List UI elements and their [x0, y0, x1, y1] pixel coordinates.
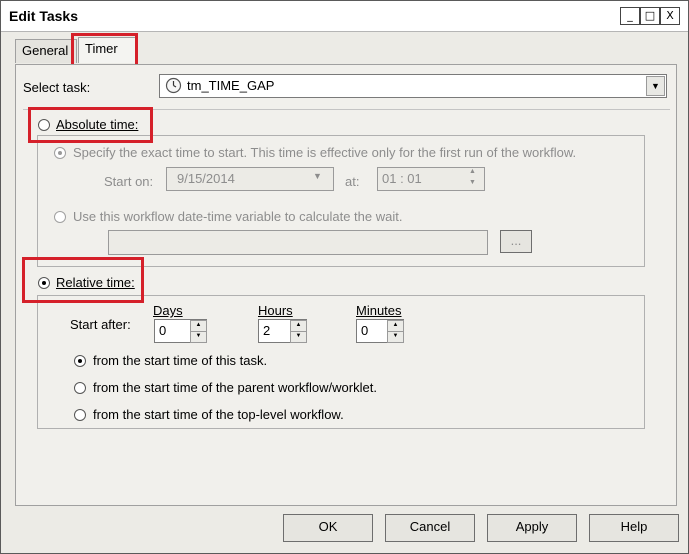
at-label: at:	[345, 174, 360, 189]
maximize-button[interactable]: □	[640, 7, 660, 25]
hours-value: 2	[263, 323, 271, 338]
spin-down-icon[interactable]: ▼	[290, 331, 307, 343]
hours-stepper[interactable]: 2 ▲ ▼	[258, 319, 307, 343]
browse-button[interactable]: ...	[500, 230, 532, 253]
edit-tasks-dialog: Edit Tasks _ □ X General Timer Select ta…	[0, 0, 689, 554]
title-bar: Edit Tasks _ □ X	[1, 1, 688, 32]
start-this-task-label: from the start time of this task.	[93, 353, 268, 368]
help-button[interactable]: Help	[589, 514, 679, 542]
ok-button[interactable]: OK	[283, 514, 373, 542]
absolute-time-highlight	[28, 107, 153, 143]
start-on-label: Start on:	[104, 174, 154, 189]
timer-tab-highlight	[71, 33, 138, 68]
date-variable-field[interactable]	[108, 230, 488, 255]
start-on-date-value: 9/15/2014	[177, 171, 235, 186]
days-label: Days	[153, 303, 183, 318]
window-title: Edit Tasks	[9, 8, 78, 24]
apply-button[interactable]: Apply	[487, 514, 577, 542]
close-button[interactable]: X	[660, 7, 680, 25]
clock-icon	[165, 77, 182, 94]
relative-time-highlight	[22, 257, 144, 303]
spin-down-icon[interactable]: ▼	[469, 179, 476, 186]
at-time-field[interactable]: 01 : 01 ▲ ▼	[377, 167, 485, 191]
days-stepper[interactable]: 0 ▲ ▼	[154, 319, 207, 343]
minutes-stepper[interactable]: 0 ▲ ▼	[356, 319, 404, 343]
chevron-down-icon[interactable]: ▼	[313, 171, 322, 181]
cancel-button[interactable]: Cancel	[385, 514, 475, 542]
minimize-button[interactable]: _	[620, 7, 640, 25]
start-top-level-workflow-radio[interactable]	[74, 409, 86, 421]
start-parent-workflow-radio[interactable]	[74, 382, 86, 394]
days-value: 0	[159, 323, 167, 338]
spin-down-icon[interactable]: ▼	[387, 331, 404, 343]
start-top-level-workflow-label: from the start time of the top-level wor…	[93, 407, 344, 422]
tab-general[interactable]: General	[15, 39, 77, 63]
select-task-combo[interactable]: tm_TIME_GAP ▼	[159, 74, 667, 98]
minutes-value: 0	[361, 323, 369, 338]
start-parent-workflow-label: from the start time of the parent workfl…	[93, 380, 377, 395]
start-this-task-radio[interactable]	[74, 355, 86, 367]
start-on-date-field[interactable]: 9/15/2014 ▼	[166, 167, 334, 191]
exact-time-radio[interactable]	[54, 147, 66, 159]
date-variable-label: Use this workflow date-time variable to …	[73, 209, 403, 224]
start-after-label: Start after:	[70, 317, 131, 332]
select-task-value: tm_TIME_GAP	[187, 78, 275, 93]
spin-up-icon[interactable]: ▲	[469, 168, 476, 175]
date-variable-radio[interactable]	[54, 211, 66, 223]
exact-time-label: Specify the exact time to start. This ti…	[73, 145, 577, 160]
hours-label: Hours	[258, 303, 293, 318]
spin-down-icon[interactable]: ▼	[190, 331, 207, 343]
chevron-down-icon[interactable]: ▼	[646, 76, 665, 96]
at-time-value: 01 : 01	[382, 171, 422, 186]
select-task-label: Select task:	[23, 80, 91, 95]
minutes-label: Minutes	[356, 303, 402, 318]
